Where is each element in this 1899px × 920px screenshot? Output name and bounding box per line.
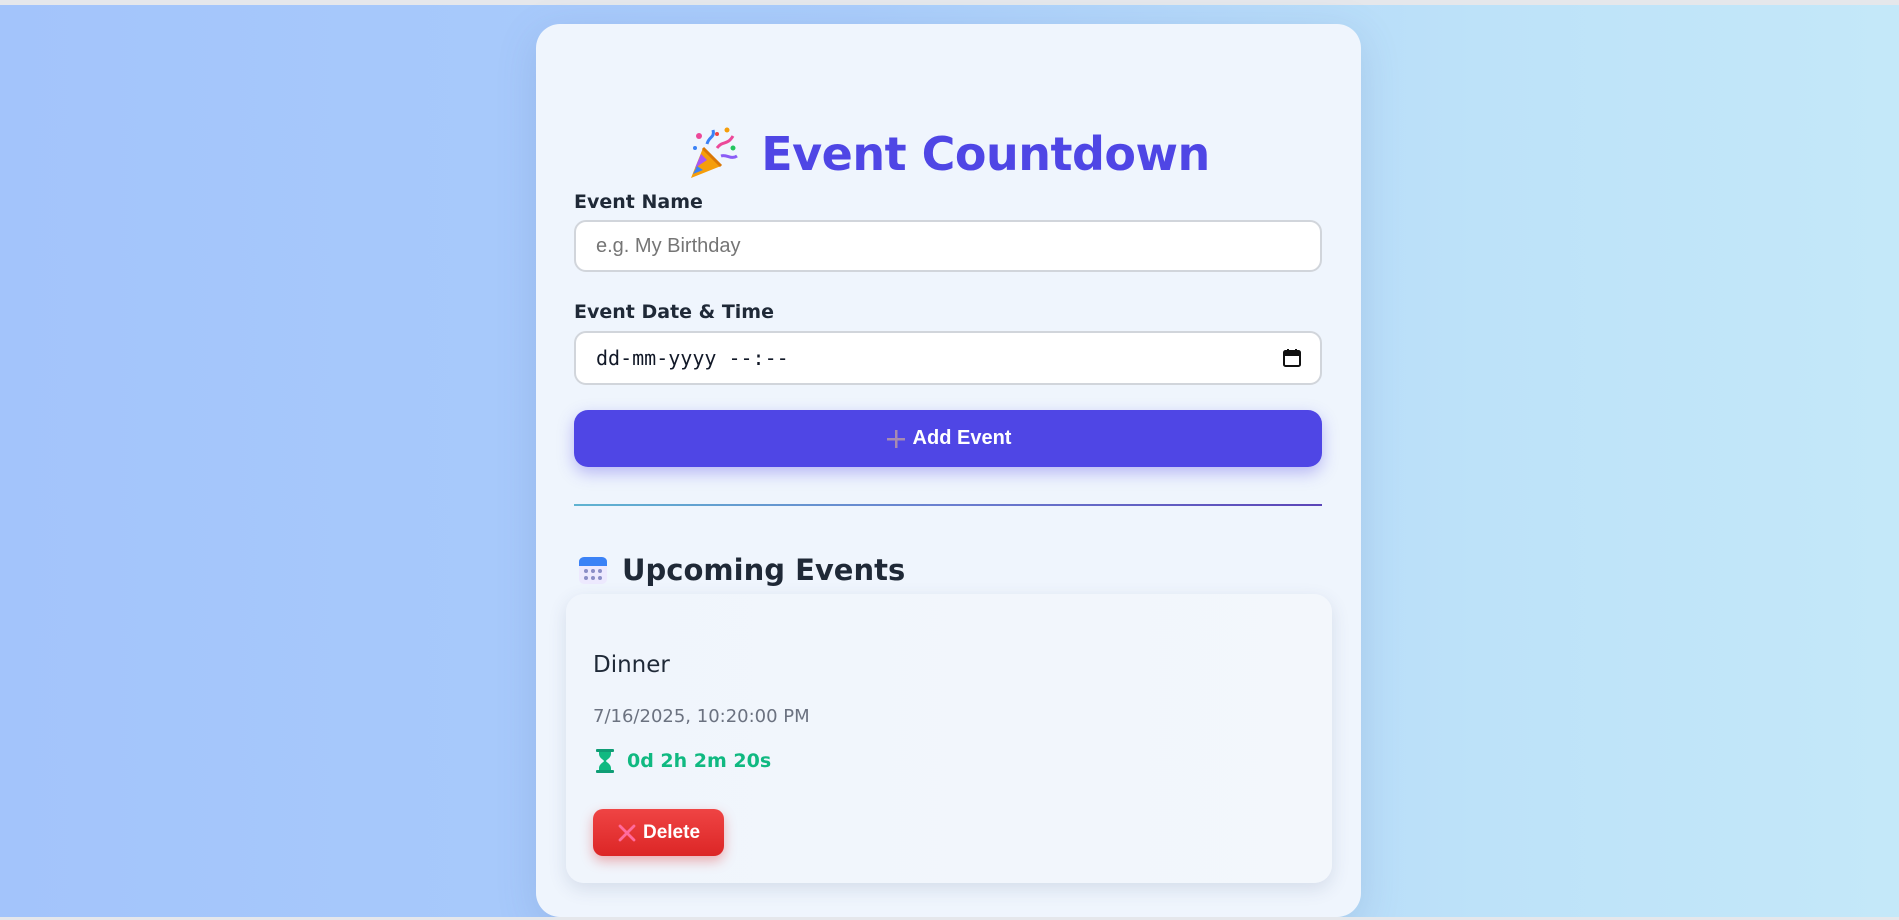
event-name-placeholder: e.g. My Birthday <box>596 234 741 257</box>
section-divider <box>574 504 1322 506</box>
plus-icon <box>886 429 905 448</box>
calendar-picker-icon[interactable] <box>1282 348 1302 368</box>
hourglass-icon <box>596 749 614 773</box>
countdown-card: Event Countdown Event Name e.g. My Birth… <box>536 24 1361 917</box>
upcoming-events-title: Upcoming Events <box>622 553 906 587</box>
event-countdown: 0d 2h 2m 20s <box>593 748 771 774</box>
event-name-label: Event Name <box>574 191 703 213</box>
party-popper-icon <box>691 127 739 178</box>
event-date-placeholder: dd-mm-yyyy --:-- <box>596 346 789 370</box>
event-name: Dinner <box>593 652 670 678</box>
window-top-border <box>0 0 1899 5</box>
upcoming-events-header: Upcoming Events <box>578 550 905 590</box>
add-event-button[interactable]: Add Event <box>574 410 1322 467</box>
event-datetime: 7/16/2025, 10:20:00 PM <box>593 706 810 727</box>
x-icon <box>618 824 636 841</box>
add-event-label: Add Event <box>912 427 1012 449</box>
app-title: Event Countdown <box>761 127 1210 181</box>
countdown-text: 0d 2h 2m 20s <box>627 750 772 772</box>
event-name-input[interactable]: e.g. My Birthday <box>574 220 1322 272</box>
event-date-label: Event Date & Time <box>574 301 774 323</box>
page-title: Event Countdown <box>536 122 1361 186</box>
delete-event-button[interactable]: Delete <box>593 809 724 856</box>
delete-label: Delete <box>642 821 701 843</box>
event-date-input[interactable]: dd-mm-yyyy --:-- <box>574 331 1322 385</box>
event-card: Dinner 7/16/2025, 10:20:00 PM 0d 2h 2m 2… <box>566 594 1332 883</box>
calendar-icon <box>579 557 607 584</box>
